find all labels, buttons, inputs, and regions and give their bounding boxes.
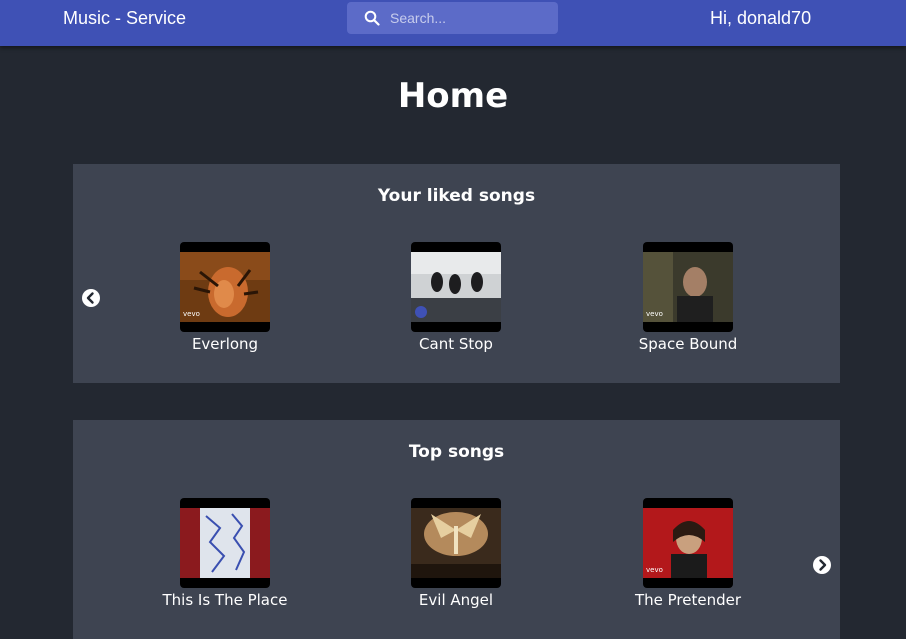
- song-title[interactable]: This Is The Place: [145, 591, 305, 609]
- vevo-badge: vevo: [646, 310, 663, 318]
- carousel-prev-button[interactable]: [82, 289, 100, 307]
- user-greeting[interactable]: Hi, donald70: [710, 8, 811, 29]
- song-card[interactable]: vevo Everlong: [145, 242, 305, 353]
- top-songs-heading: Top songs: [408, 442, 505, 462]
- carousel-next-button[interactable]: [813, 556, 831, 574]
- chevron-right-icon: [819, 559, 827, 571]
- song-cover-image: [180, 508, 270, 578]
- top-songs-panel: Top songs This Is The Place Evil Angel v…: [73, 420, 840, 639]
- song-thumbnail[interactable]: vevo: [643, 242, 733, 332]
- song-card[interactable]: Cant Stop: [376, 242, 536, 353]
- song-thumbnail[interactable]: vevo: [180, 242, 270, 332]
- song-title[interactable]: Evil Angel: [376, 591, 536, 609]
- vevo-badge: vevo: [183, 310, 200, 318]
- song-card[interactable]: vevo Space Bound: [608, 242, 768, 353]
- search-input[interactable]: [390, 2, 550, 34]
- song-thumbnail[interactable]: [411, 498, 501, 588]
- app-brand[interactable]: Music - Service: [63, 8, 186, 29]
- song-thumbnail[interactable]: [180, 498, 270, 588]
- liked-songs-panel: Your liked songs vevo Everlong Cant Stop…: [73, 164, 840, 383]
- song-cover-image: [411, 508, 501, 578]
- song-title[interactable]: Everlong: [145, 335, 305, 353]
- page-title: Home: [397, 76, 509, 116]
- top-app-bar: Music - Service Hi, donald70: [0, 0, 906, 46]
- song-card[interactable]: Evil Angel: [376, 498, 536, 609]
- song-title[interactable]: The Pretender: [608, 591, 768, 609]
- song-thumbnail[interactable]: [411, 242, 501, 332]
- song-card[interactable]: This Is The Place: [145, 498, 305, 609]
- song-cover-image: [411, 252, 501, 322]
- liked-songs-heading: Your liked songs: [377, 186, 536, 206]
- chevron-left-icon: [86, 292, 94, 304]
- song-thumbnail[interactable]: vevo: [643, 498, 733, 588]
- search-box[interactable]: [347, 2, 558, 34]
- vevo-badge: vevo: [646, 566, 663, 574]
- song-title[interactable]: Space Bound: [608, 335, 768, 353]
- song-title[interactable]: Cant Stop: [376, 335, 536, 353]
- search-icon: [364, 10, 380, 26]
- song-card[interactable]: vevo The Pretender: [608, 498, 768, 609]
